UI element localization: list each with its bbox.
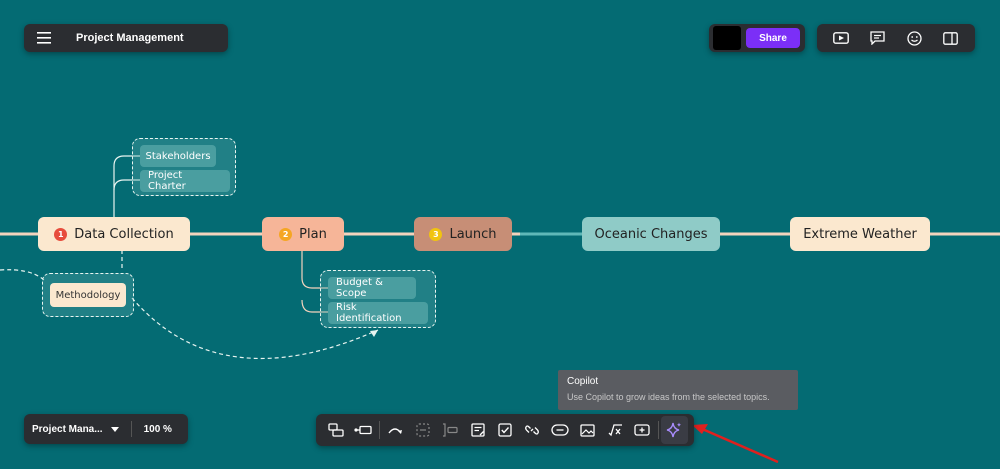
topic-data-collection[interactable]: 1 Data Collection: [38, 217, 190, 251]
share-panel: Share: [709, 24, 805, 52]
subtopic-stakeholders[interactable]: Stakeholders: [140, 145, 216, 167]
divider: [657, 421, 659, 439]
subtopic-label: Risk Identification: [336, 302, 402, 324]
topic-icon[interactable]: [349, 416, 376, 444]
copilot-icon[interactable]: [660, 416, 689, 444]
bottom-toolbar: [316, 414, 694, 446]
topic-label: Launch: [449, 226, 497, 242]
priority-3-icon: 3: [429, 227, 443, 241]
relationship-icon[interactable]: [382, 416, 409, 444]
label-icon[interactable]: [546, 416, 573, 444]
subtopic-label: Project Charter: [148, 170, 186, 192]
summary-icon[interactable]: [437, 416, 464, 444]
document-title[interactable]: Project Management: [76, 32, 184, 44]
chevron-down-icon[interactable]: [110, 424, 119, 435]
topic-label: Data Collection: [74, 226, 174, 242]
divider: [130, 421, 132, 437]
tooltip-title: Copilot: [567, 376, 599, 387]
subtopic-risk-identification[interactable]: Risk Identification: [328, 302, 428, 324]
subtopic-icon[interactable]: [322, 416, 349, 444]
topic-extreme-weather[interactable]: Extreme Weather: [790, 217, 930, 251]
topic-launch[interactable]: 3 Launch: [414, 217, 512, 251]
image-icon[interactable]: [574, 416, 601, 444]
link-icon[interactable]: [519, 416, 546, 444]
topic-label: Plan: [299, 226, 327, 242]
subtopic-budget-scope[interactable]: Budget & Scope: [328, 277, 416, 299]
top-right-toolbar: [817, 24, 975, 52]
priority-1-icon: 1: [54, 227, 68, 241]
topic-label: Extreme Weather: [803, 226, 917, 242]
topic-label: Oceanic Changes: [594, 226, 708, 242]
side-panel-icon[interactable]: [941, 28, 961, 48]
topic-plan[interactable]: 2 Plan: [262, 217, 344, 251]
sheet-name[interactable]: Project Mana...: [32, 424, 103, 435]
subtopic-label: Budget & Scope: [336, 277, 383, 299]
hamburger-icon[interactable]: [34, 28, 54, 48]
subtopic-label: Stakeholders: [145, 150, 211, 162]
collaborator-swatch[interactable]: [713, 26, 741, 50]
annotation-arrowhead: [692, 424, 708, 434]
emoji-icon[interactable]: [904, 28, 924, 48]
boundary-icon[interactable]: [409, 416, 436, 444]
floating-topic-label: Methodology: [55, 289, 121, 301]
relationship-line-left: [0, 269, 45, 281]
tooltip-text: Use Copilot to grow ideas from the selec…: [567, 392, 770, 402]
comment-icon[interactable]: [868, 28, 888, 48]
equation-icon[interactable]: [601, 416, 628, 444]
note-icon[interactable]: [464, 416, 491, 444]
header-bar: Project Management: [24, 24, 228, 52]
task-icon[interactable]: [491, 416, 518, 444]
add-icon[interactable]: [628, 416, 655, 444]
floating-topic-methodology[interactable]: Methodology: [50, 283, 126, 307]
sheet-switcher: Project Mana... 100 %: [24, 414, 188, 444]
share-button[interactable]: Share: [746, 28, 800, 48]
play-icon[interactable]: [831, 28, 851, 48]
topic-oceanic-changes[interactable]: Oceanic Changes: [582, 217, 720, 251]
zoom-level[interactable]: 100 %: [144, 424, 172, 435]
priority-2-icon: 2: [279, 227, 293, 241]
divider: [378, 421, 380, 439]
copilot-tooltip: Copilot Use Copilot to grow ideas from t…: [558, 370, 798, 410]
subtopic-project-charter[interactable]: Project Charter: [140, 170, 230, 192]
annotation-arrow-line: [699, 426, 779, 464]
